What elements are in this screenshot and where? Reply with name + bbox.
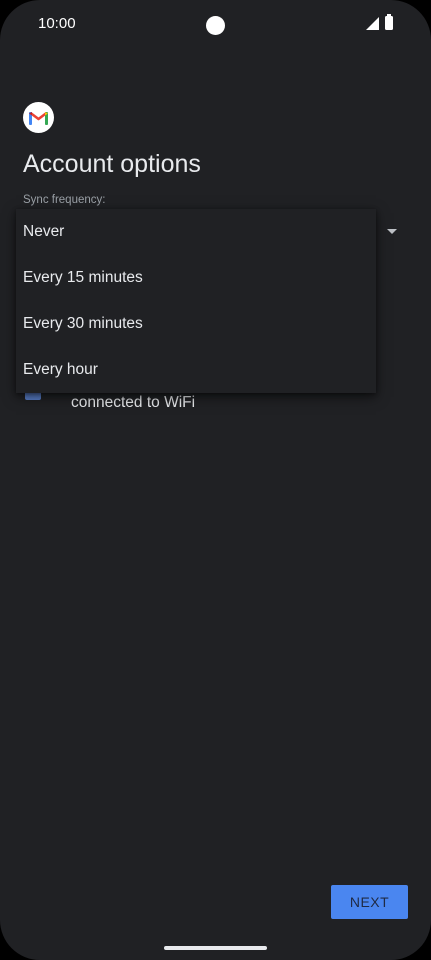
status-bar: 10:00: [0, 0, 431, 48]
dropdown-arrow-icon[interactable]: [387, 229, 397, 234]
status-time: 10:00: [38, 15, 76, 32]
page-title: Account options: [23, 150, 201, 178]
sync-frequency-label: Sync frequency:: [23, 194, 106, 206]
menu-item-every-hour[interactable]: Every hour: [16, 347, 376, 393]
battery-icon: [385, 14, 393, 30]
camera-cutout: [206, 16, 225, 35]
next-button[interactable]: NEXT: [331, 885, 408, 919]
wifi-only-label: connected to WiFi: [71, 394, 196, 411]
menu-item-never[interactable]: Never: [16, 209, 376, 255]
navigation-handle[interactable]: [164, 946, 267, 950]
phone-screen: 10:00 Account options Sync frequency: co…: [0, 0, 431, 960]
sync-frequency-menu: Never Every 15 minutes Every 30 minutes …: [16, 209, 376, 393]
signal-icon: [366, 17, 379, 30]
menu-item-every-15-minutes[interactable]: Every 15 minutes: [16, 255, 376, 301]
gmail-logo-icon: [23, 102, 54, 133]
menu-item-every-30-minutes[interactable]: Every 30 minutes: [16, 301, 376, 347]
